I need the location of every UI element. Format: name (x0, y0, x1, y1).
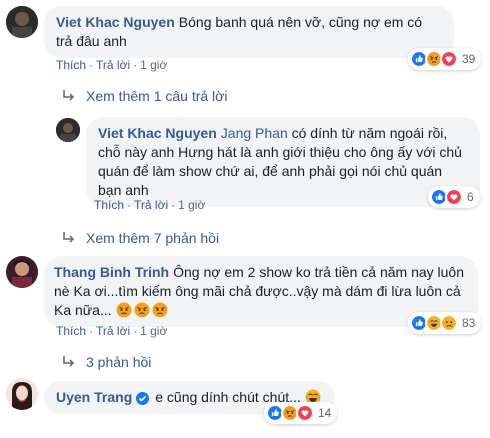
avatar-uyen-trang[interactable] (6, 378, 38, 410)
reply-link[interactable]: Trả lời (134, 198, 168, 212)
like-link[interactable]: Thích (56, 324, 86, 338)
reaction-summary[interactable]: 83 (408, 312, 482, 334)
comment-author[interactable]: Thang Binh Trinh (54, 264, 169, 280)
view-more-replies-link[interactable]: Xem thêm 1 câu trả lời (62, 88, 227, 104)
comment-time: 1 giờ (178, 198, 206, 212)
reply-link[interactable]: Trả lời (96, 324, 130, 338)
comment-bubble: Viet Khac Nguyen Bóng banh quá nên vỡ, cũ… (44, 6, 454, 58)
reply-arrow-icon (63, 232, 75, 243)
tagged-user[interactable]: Jang Phan (221, 125, 288, 141)
reply-author[interactable]: Viet Khac Nguyen (98, 125, 217, 141)
reaction-summary[interactable]: 6 (428, 186, 480, 208)
reply-bubble: Viet Khac Nguyen Jang Phan có dính từ năm… (86, 117, 480, 207)
view-more-replies-link[interactable]: Xem thêm 7 phản hồi (62, 230, 219, 246)
view-replies-link[interactable]: 3 phản hồi (62, 354, 151, 370)
reply-actions: Thích · Trả lời · 1 giờ (94, 198, 206, 212)
avatar-thang-binh-trinh[interactable] (6, 256, 38, 288)
reaction-summary[interactable]: 39 (408, 48, 482, 70)
angry-emoji-icon (134, 302, 150, 318)
comment-actions: Thích · Trả lời · 1 giờ (56, 58, 168, 72)
comment-time: 1 giờ (140, 58, 168, 72)
love-reaction-icon (445, 188, 463, 206)
comment-author[interactable]: Uyen Trang (56, 389, 132, 405)
angry-emoji-icon (152, 302, 168, 318)
reply-arrow-icon (63, 356, 75, 367)
reaction-count: 6 (467, 190, 474, 204)
comment-actions: Thích · Trả lời · 1 giờ (56, 324, 168, 338)
reply-arrow-icon (63, 90, 75, 101)
reaction-count: 39 (462, 52, 476, 66)
sad-reaction-icon (440, 314, 458, 332)
reaction-count: 83 (462, 316, 476, 330)
like-link[interactable]: Thích (94, 198, 124, 212)
reply-link[interactable]: Trả lời (96, 58, 130, 72)
love-reaction-icon (440, 50, 458, 68)
like-link[interactable]: Thích (56, 58, 86, 72)
avatar-viet-khac-nguyen[interactable] (6, 6, 38, 38)
avatar-viet-khac-nguyen-reply[interactable] (56, 118, 80, 142)
reaction-count: 14 (318, 406, 332, 420)
view-replies-label: 3 phản hồi (86, 354, 152, 370)
reaction-summary[interactable]: 14 (264, 402, 338, 424)
verified-badge-icon (136, 392, 150, 405)
view-more-replies-label: Xem thêm 7 phản hồi (86, 230, 220, 246)
view-more-replies-label: Xem thêm 1 câu trả lời (86, 88, 228, 104)
comment-author[interactable]: Viet Khac Nguyen (56, 14, 175, 30)
angry-emoji-icon (116, 302, 132, 318)
love-reaction-icon (296, 404, 314, 422)
comment-time: 1 giờ (140, 324, 168, 338)
